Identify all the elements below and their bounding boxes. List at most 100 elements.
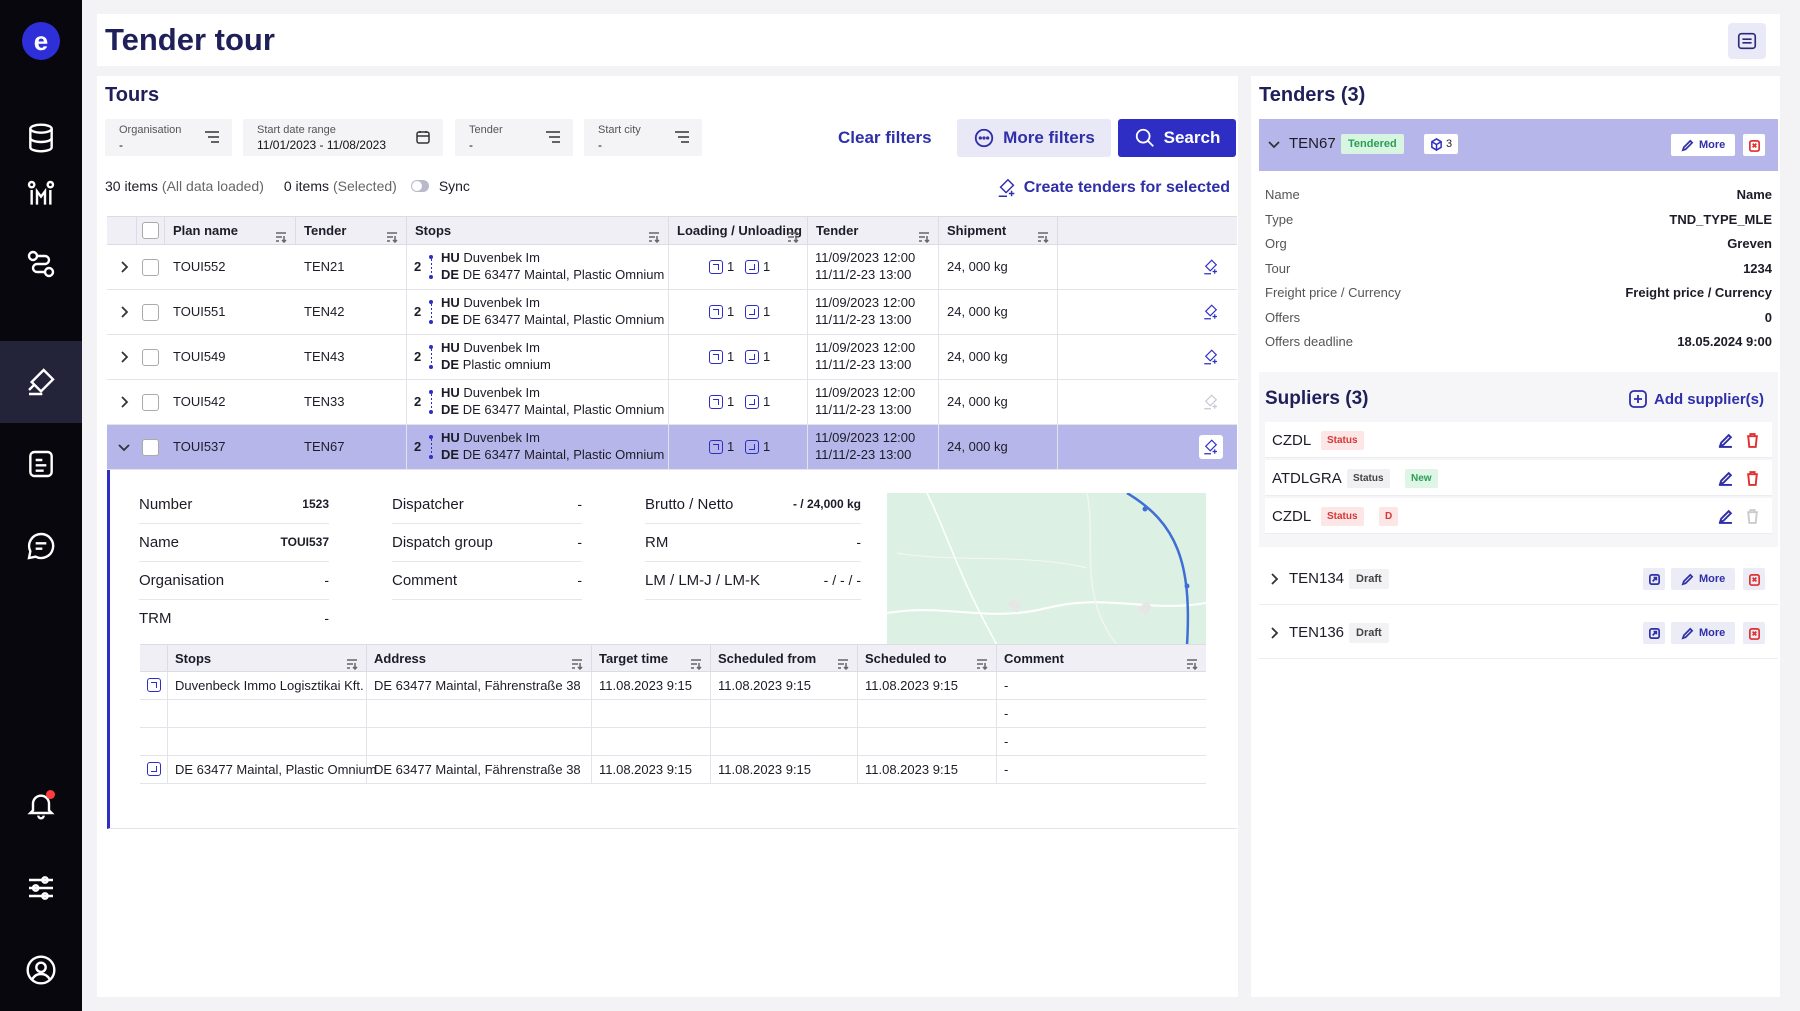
col-stops[interactable]: Stops	[168, 645, 367, 672]
table-row[interactable]: TOUI542 TEN33 2 HU Duvenbek Im DE DE 634…	[107, 380, 1237, 425]
nav-settings[interactable]	[0, 847, 82, 929]
edit-supplier-button[interactable]	[1715, 430, 1735, 450]
tender-copy-button[interactable]	[1643, 568, 1665, 590]
col-label: Stops	[175, 651, 212, 666]
unloading-icon	[745, 394, 759, 409]
tender-card-header[interactable]: TEN67 Tendered 3 More	[1259, 119, 1778, 171]
clear-filters-button[interactable]: Clear filters	[838, 128, 932, 148]
row-checkbox[interactable]	[142, 304, 159, 321]
col-scheduled-from[interactable]: Scheduled from	[711, 645, 858, 672]
stop-row[interactable]: DE 63477 Maintal, Plastic Omnium DE 6347…	[140, 756, 1206, 784]
col-target-time[interactable]: Target time	[592, 645, 711, 672]
chevron-right-icon[interactable]	[1267, 572, 1281, 586]
edit-supplier-button[interactable]	[1715, 506, 1735, 526]
chevron-down-icon[interactable]	[1267, 137, 1281, 151]
nav-tender[interactable]	[0, 341, 82, 423]
detail-lm: LM / LM-J / LM-K - / - / -	[645, 562, 861, 600]
chevron-down-icon[interactable]	[117, 440, 131, 454]
row-checkbox[interactable]	[142, 349, 159, 366]
create-tender-row-button[interactable]	[1199, 255, 1223, 279]
col-address[interactable]: Address	[367, 645, 592, 672]
stops-cell: 2 HU Duvenbek Im DE DE 63477 Maintal, Pl…	[407, 425, 669, 469]
tender-start-time: 11/09/2023 12:00	[815, 295, 916, 310]
col-plan-name[interactable]: Plan name	[165, 217, 296, 245]
col-comment[interactable]: Comment	[997, 645, 1206, 672]
plan-name-cell: TOUI537	[165, 425, 296, 469]
shipment-cell: 24, 000 kg	[939, 335, 1058, 379]
shipment-weight: 24, 000 kg	[947, 439, 1008, 454]
tender-delete-button[interactable]	[1743, 622, 1765, 644]
tender-copy-button[interactable]	[1643, 622, 1665, 644]
col-tender-time[interactable]: Tender	[808, 217, 939, 245]
tender-delete-button[interactable]	[1743, 134, 1765, 156]
supplier-status-badge: Status	[1347, 469, 1390, 488]
row-checkbox[interactable]	[142, 439, 159, 456]
chevron-right-icon[interactable]	[1267, 626, 1281, 640]
more-filters-button[interactable]: More filters	[957, 119, 1111, 157]
filter-start-city[interactable]: Start city -	[584, 119, 702, 156]
filter-tender[interactable]: Tender -	[455, 119, 573, 156]
stop-row[interactable]: -	[140, 728, 1206, 756]
sync-toggle[interactable]	[410, 180, 429, 192]
create-tenders-button[interactable]: Create tenders for selected	[996, 177, 1230, 199]
filter-organisation[interactable]: Organisation -	[105, 119, 232, 156]
tender-more-button[interactable]: More	[1671, 568, 1736, 590]
tender-card-collapsed[interactable]: TEN134 Draft More	[1259, 553, 1778, 605]
filter-value: -	[598, 138, 602, 152]
stops-cell: 2 HU Duvenbek Im DE Plastic omnium	[407, 335, 669, 379]
chevron-right-icon[interactable]	[117, 260, 131, 274]
last-stop: DE DE 63477 Maintal, Plastic Omnium	[441, 447, 665, 462]
nav-profile[interactable]	[0, 929, 82, 1011]
unloading-count: 1	[745, 439, 770, 454]
nav-documents[interactable]	[0, 423, 82, 505]
chevron-right-icon[interactable]	[117, 305, 131, 319]
nav-route[interactable]	[0, 223, 82, 305]
tender-property: Type TND_TYPE_MLE	[1265, 208, 1772, 232]
package-icon	[1431, 137, 1442, 151]
delete-supplier-button[interactable]	[1742, 468, 1762, 488]
col-scheduled-to[interactable]: Scheduled to	[858, 645, 997, 672]
more-label: More	[1699, 573, 1726, 585]
table-row[interactable]: TOUI537 TEN67 2 HU Duvenbek Im DE DE 634…	[107, 425, 1237, 470]
table-row[interactable]: TOUI551 TEN42 2 HU Duvenbek Im DE DE 634…	[107, 290, 1237, 335]
stop-row[interactable]: Duvenbeck Immo Logisztikai Kft. DE 63477…	[140, 672, 1206, 700]
stop-row[interactable]: -	[140, 700, 1206, 728]
app-logo[interactable]: e	[22, 22, 60, 60]
col-shipment[interactable]: Shipment	[939, 217, 1058, 245]
create-tender-row-button[interactable]	[1199, 300, 1223, 324]
create-tender-row-button[interactable]	[1199, 435, 1223, 459]
stop-scheduled-to	[858, 728, 997, 755]
table-row[interactable]: TOUI552 TEN21 2 HU Duvenbek Im DE DE 634…	[107, 245, 1237, 290]
chevron-right-icon[interactable]	[117, 395, 131, 409]
select-all-checkbox[interactable]	[142, 222, 159, 239]
filter-start-date-range[interactable]: Start date range 11/01/2023 - 11/08/2023	[243, 119, 443, 156]
chevron-right-icon[interactable]	[117, 350, 131, 364]
supplier-row[interactable]: ATDLGRA Status New	[1265, 460, 1772, 496]
tender-card-collapsed[interactable]: TEN136 Draft More	[1259, 607, 1778, 659]
col-stops[interactable]: Stops	[407, 217, 669, 245]
tender-delete-button[interactable]	[1743, 568, 1765, 590]
route-map[interactable]	[887, 493, 1206, 645]
delete-supplier-button[interactable]	[1742, 506, 1762, 526]
search-button[interactable]: Search	[1118, 119, 1236, 157]
table-row[interactable]: TOUI549 TEN43 2 HU Duvenbek Im DE Plasti…	[107, 335, 1237, 380]
nav-chat[interactable]	[0, 505, 82, 587]
tender-property: Offers deadline 18.05.2024 9:00	[1265, 330, 1772, 354]
tender-more-button[interactable]: More	[1671, 134, 1736, 156]
create-tender-row-button[interactable]	[1199, 345, 1223, 369]
tender-more-button[interactable]: More	[1671, 622, 1736, 644]
row-checkbox[interactable]	[142, 259, 159, 276]
unloading-icon	[745, 259, 759, 274]
col-tender[interactable]: Tender	[296, 217, 407, 245]
header-menu-button[interactable]	[1728, 23, 1766, 59]
create-tender-row-button[interactable]	[1199, 390, 1223, 414]
edit-supplier-button[interactable]	[1715, 468, 1735, 488]
supplier-row[interactable]: CZDL Status	[1265, 422, 1772, 458]
search-icon	[1135, 128, 1154, 147]
supplier-row[interactable]: CZDL Status D	[1265, 498, 1772, 534]
col-loading-unloading[interactable]: Loading / Unloading	[669, 217, 808, 245]
add-supplier-button[interactable]: Add supplier(s)	[1628, 389, 1764, 409]
nav-notifications[interactable]	[0, 764, 82, 846]
delete-supplier-button[interactable]	[1742, 430, 1762, 450]
row-checkbox[interactable]	[142, 394, 159, 411]
